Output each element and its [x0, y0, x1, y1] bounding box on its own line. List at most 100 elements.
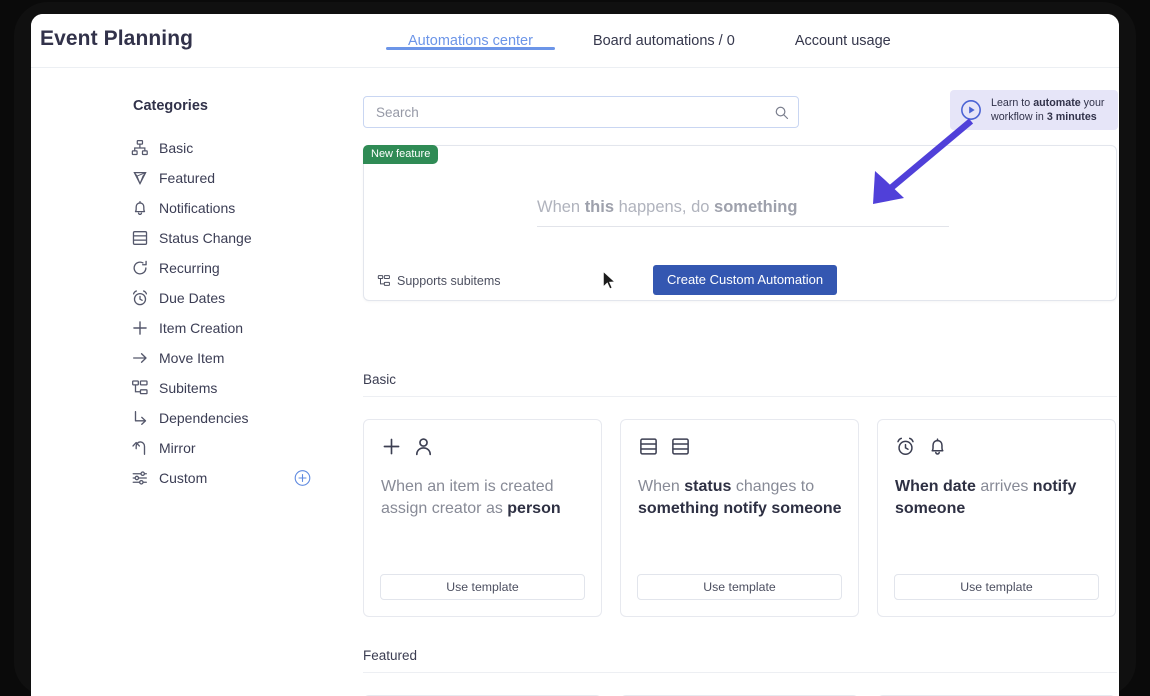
learn-to-automate-banner[interactable]: Learn to automate your workflow in 3 min…: [950, 90, 1118, 130]
banner-line1-post: your: [1080, 96, 1105, 109]
use-template-button[interactable]: Use template: [894, 574, 1099, 600]
app-window: Event Planning Automations center Board …: [31, 14, 1119, 696]
sidebar-item-item-creation[interactable]: Item Creation: [131, 313, 321, 343]
bell-icon: [131, 199, 149, 217]
template-icons: [381, 436, 434, 457]
tab-bar: Automations center Board automations / 0…: [386, 14, 891, 68]
template-text-plain: arrives: [975, 478, 1033, 495]
template-text-bold: something notify someone: [638, 500, 842, 518]
recurring-icon: [131, 259, 149, 277]
dependency-icon: [131, 409, 149, 427]
search-icon[interactable]: [774, 105, 789, 120]
sidebar-item-label: Status Change: [159, 230, 252, 246]
sidebar-item-label: Due Dates: [159, 290, 226, 306]
sidebar-item-custom[interactable]: Custom: [131, 463, 321, 493]
status-table-icon: [670, 436, 691, 457]
app-header: Event Planning Automations center Board …: [31, 14, 1119, 68]
add-custom-automation-button[interactable]: [294, 470, 311, 487]
placeholder-bold-this: this: [584, 198, 615, 216]
mouse-cursor-icon: [602, 270, 617, 290]
template-card-row: When an item is created assign creator a…: [363, 419, 1117, 617]
play-circle-icon: [960, 99, 982, 121]
sidebar-item-label: Item Creation: [159, 320, 244, 336]
template-card[interactable]: When date arrives notify someone Use temp…: [877, 419, 1116, 617]
search-box[interactable]: [363, 96, 799, 128]
sidebar-item-move-item[interactable]: Move Item: [131, 343, 321, 373]
template-icons: [638, 436, 691, 457]
placeholder-mid: happens, do: [614, 198, 715, 216]
sidebar-item-recurring[interactable]: Recurring: [131, 253, 321, 283]
category-list: Basic Featured Notifications Status Change R…: [131, 133, 321, 493]
search-input[interactable]: [364, 97, 798, 127]
section-basic: Basic When an item is created assign crea…: [363, 372, 1117, 617]
sidebar-item-label: Recurring: [159, 260, 220, 276]
sidebar-item-label: Move Item: [159, 350, 225, 366]
subitems-icon: [131, 379, 149, 397]
placeholder-pre: When: [537, 198, 585, 216]
diamond-icon: [131, 169, 149, 187]
banner-line2-pre: workflow in: [991, 111, 1047, 123]
main-column: Learn to automate your workflow in 3 min…: [363, 90, 1119, 696]
plus-icon: [131, 319, 149, 337]
supports-subitems-label: Supports subitems: [377, 274, 501, 288]
placeholder-bold-something: something: [714, 198, 798, 216]
arrow-right-icon: [131, 349, 149, 367]
tab-board-automations[interactable]: Board automations / 0: [593, 14, 735, 49]
mirror-icon: [131, 439, 149, 457]
use-template-button[interactable]: Use template: [637, 574, 842, 600]
sidebar-item-basic[interactable]: Basic: [131, 133, 321, 163]
sidebar-item-label: Dependencies: [159, 410, 249, 426]
sliders-icon: [131, 469, 149, 487]
section-divider: [363, 672, 1117, 673]
tab-automations-center[interactable]: Automations center: [386, 14, 555, 50]
sidebar-item-notifications[interactable]: Notifications: [131, 193, 321, 223]
search-row: Learn to automate your workflow in 3 min…: [363, 90, 1119, 130]
sidebar-item-subitems[interactable]: Subitems: [131, 373, 321, 403]
plus-icon: [381, 436, 402, 457]
categories-sidebar: Categories Basic Featured Notifications Sta…: [131, 98, 321, 493]
template-icons: [895, 436, 948, 457]
status-table-icon: [131, 229, 149, 247]
create-custom-automation-card[interactable]: New feature When this happens, do someth…: [363, 145, 1117, 301]
use-template-button[interactable]: Use template: [380, 574, 585, 600]
template-text-bold: person: [507, 500, 561, 518]
banner-line2-bold: 3 minutes: [1046, 111, 1097, 123]
status-table-icon: [638, 436, 659, 457]
banner-line1-bold: automate: [1033, 96, 1081, 109]
hierarchy-icon: [131, 139, 149, 157]
template-description: When status changes to something notify …: [638, 476, 842, 521]
recipe-placeholder[interactable]: When this happens, do something: [537, 198, 949, 290]
sidebar-item-dependencies[interactable]: Dependencies: [131, 403, 321, 433]
template-text-plain: When: [638, 478, 685, 495]
sidebar-item-label: Mirror: [159, 440, 196, 456]
sidebar-item-mirror[interactable]: Mirror: [131, 433, 321, 463]
template-description: When date arrives notify someone: [895, 476, 1099, 521]
device-frame: Event Planning Automations center Board …: [0, 0, 1150, 696]
sidebar-item-due-dates[interactable]: Due Dates: [131, 283, 321, 313]
sidebar-item-label: Subitems: [159, 380, 218, 396]
new-feature-badge: New feature: [363, 145, 439, 164]
sidebar-item-status-change[interactable]: Status Change: [131, 223, 321, 253]
template-card[interactable]: When an item is created assign creator a…: [363, 419, 602, 617]
sidebar-item-label: Custom: [159, 470, 208, 486]
banner-line1-pre: Learn to: [991, 96, 1034, 109]
sidebar-item-label: Notifications: [159, 200, 236, 216]
sidebar-title: Categories: [133, 98, 208, 114]
subitems-icon: [377, 274, 391, 288]
create-custom-automation-button[interactable]: Create Custom Automation: [653, 265, 838, 295]
banner-text: Learn to automate your workflow in 3 min…: [991, 96, 1110, 124]
recipe-underline: [537, 226, 949, 227]
sidebar-item-label: Basic: [159, 140, 194, 156]
alarm-clock-icon: [895, 436, 916, 457]
section-title: Basic: [363, 372, 397, 387]
sidebar-item-featured[interactable]: Featured: [131, 163, 321, 193]
template-card[interactable]: When status changes to something notify …: [620, 419, 859, 617]
page-title: Event Planning: [40, 27, 194, 50]
template-text-bold: status: [684, 478, 732, 495]
body-area: Categories Basic Featured Notifications Sta…: [31, 68, 1119, 696]
template-text-plain: changes to: [731, 478, 815, 495]
tab-account-usage[interactable]: Account usage: [795, 14, 891, 49]
recipe-placeholder-text: When this happens, do something: [537, 198, 949, 217]
bell-icon: [927, 436, 948, 457]
section-title: Featured: [363, 648, 418, 663]
